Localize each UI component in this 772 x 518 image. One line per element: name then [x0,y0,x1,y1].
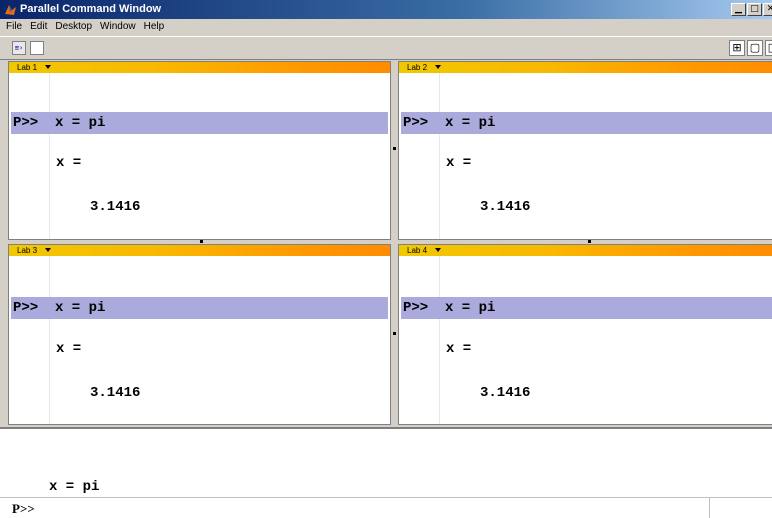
command-text: x = pi [445,300,496,316]
command-text: x = pi [55,300,106,316]
title-bar[interactable]: Parallel Command Window ▁ □ ✕ [0,0,772,19]
lab-panel-4[interactable]: Lab 4 P>> x = pi x = 3.1416 [398,244,772,425]
command-row: P>> x = pi [401,297,772,319]
menu-bar: File Edit Desktop Window Help [0,19,772,35]
maximize-button[interactable]: □ [747,3,762,16]
chevron-down-icon[interactable] [45,248,51,252]
toolbar: ≡› ⊞ ▢ □ [0,36,772,60]
lab-header[interactable]: Lab 2 [399,62,772,73]
grid-layout-icon[interactable]: ⊞ [729,40,745,56]
lab-label: Lab 1 [17,63,38,72]
divider [709,498,710,518]
lab-header[interactable]: Lab 4 [399,245,772,256]
command-text: x = pi [55,115,106,131]
menu-file[interactable]: File [0,19,26,32]
page-icon[interactable] [30,41,44,55]
output-value: 3.1416 [480,199,531,215]
command-row: P>> x = pi [11,112,388,134]
menu-help[interactable]: Help [140,19,169,32]
command-line[interactable]: P>> [0,497,772,518]
prompt: P>> [403,300,429,316]
lab-label: Lab 3 [17,246,38,255]
output-variable: x = [56,341,82,357]
prompt: P>> [13,115,39,131]
splitter-handle[interactable] [200,240,203,243]
output-variable: x = [446,341,472,357]
lab-label: Lab 4 [407,246,428,255]
parallel-command-window: Parallel Command Window ▁ □ ✕ File Edit De… [0,0,772,518]
command-icon[interactable]: ≡› [12,41,26,55]
menu-window[interactable]: Window [96,19,140,32]
window-layout-icon[interactable]: ▢ [747,40,763,56]
output-variable: x = [56,155,82,171]
gutter [399,256,440,424]
minimize-button[interactable]: ▁ [731,3,746,16]
chevron-down-icon[interactable] [435,65,441,69]
chevron-down-icon[interactable] [45,65,51,69]
lab-label: Lab 2 [407,63,428,72]
output-value: 3.1416 [480,385,531,401]
splitter-handle[interactable] [393,332,396,335]
command-row: P>> x = pi [401,112,772,134]
gutter [399,73,440,239]
window-controls: ▁ □ ✕ [731,3,772,17]
prompt: P>> [403,115,429,131]
command-row: P>> x = pi [11,297,388,319]
window-title: Parallel Command Window [20,3,162,15]
prompt: P>> [13,300,39,316]
command-text: x = pi [445,115,496,131]
gutter [9,73,50,239]
splitter-handle[interactable] [393,147,396,150]
matlab-icon [5,5,16,15]
lab-panel-3[interactable]: Lab 3 P>> x = pi x = 3.1416 [8,244,391,425]
gutter [9,256,50,424]
lab-panel-1[interactable]: Lab 1 P>> x = pi x = 3.1416 [8,61,391,240]
output-value: 3.1416 [90,199,141,215]
history-command: x = pi [49,479,100,495]
lab-header[interactable]: Lab 3 [9,245,390,256]
command-prompt: P>> [12,501,35,516]
output-variable: x = [446,155,472,171]
close-button[interactable]: ✕ [763,3,772,16]
lab-header[interactable]: Lab 1 [9,62,390,73]
menu-desktop[interactable]: Desktop [51,19,96,32]
splitter-handle[interactable] [588,240,591,243]
single-layout-icon[interactable]: □ [765,40,772,56]
lab-panel-2[interactable]: Lab 2 P>> x = pi x = 3.1416 [398,61,772,240]
chevron-down-icon[interactable] [435,248,441,252]
output-value: 3.1416 [90,385,141,401]
menu-edit[interactable]: Edit [26,19,51,32]
